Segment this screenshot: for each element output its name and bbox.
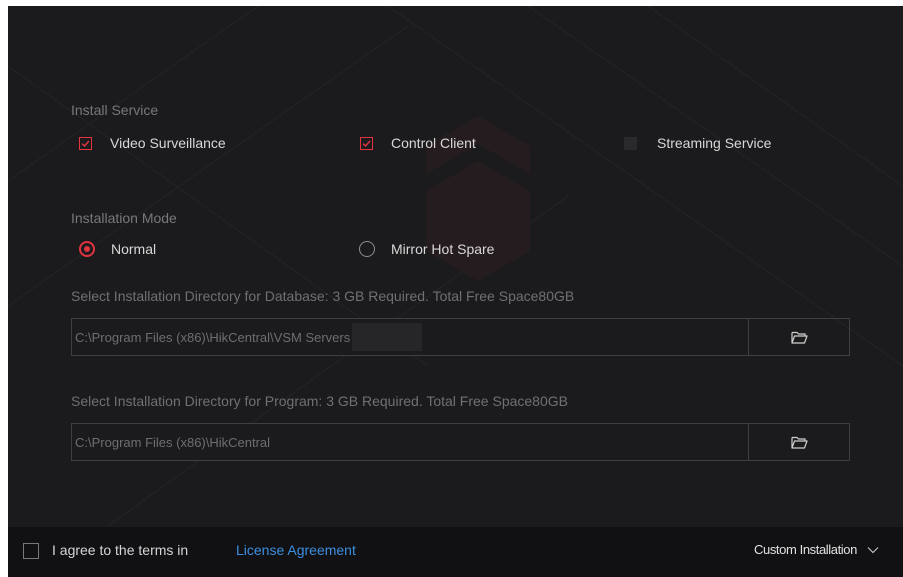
database-browse-button[interactable] xyxy=(748,318,850,356)
program-path-input[interactable]: C:\Program Files (x86)\HikCentral xyxy=(71,423,749,461)
streaming-service-label: Streaming Service xyxy=(657,135,772,151)
database-path-value: C:\Program Files (x86)\HikCentral\VSM Se… xyxy=(75,329,351,345)
agree-text: I agree to the terms in xyxy=(52,542,189,558)
folder-open-icon xyxy=(790,331,808,344)
radio-unselected-icon xyxy=(359,241,375,257)
video-surveillance-checkbox[interactable]: Video Surveillance xyxy=(79,133,226,153)
checkbox-checked-icon xyxy=(79,136,92,150)
video-surveillance-label: Video Surveillance xyxy=(110,135,226,151)
redacted-area xyxy=(352,323,423,351)
installation-mode-title: Installation Mode xyxy=(71,210,177,226)
database-directory-label: Select Installation Directory for Databa… xyxy=(71,288,575,304)
chevron-down-icon xyxy=(867,546,879,553)
normal-label: Normal xyxy=(111,241,157,257)
checkbox-checked-icon xyxy=(360,136,373,150)
program-path-value: C:\Program Files (x86)\HikCentral xyxy=(75,434,271,450)
installation-type-dropdown[interactable]: Custom Installation xyxy=(754,542,879,557)
license-agreement-link[interactable]: License Agreement xyxy=(236,542,356,558)
mirror-hot-spare-label: Mirror Hot Spare xyxy=(391,241,495,257)
radio-selected-icon xyxy=(79,241,95,257)
agree-checkbox[interactable] xyxy=(23,543,39,559)
folder-open-icon xyxy=(790,436,808,449)
database-path-input[interactable]: C:\Program Files (x86)\HikCentral\VSM Se… xyxy=(71,318,749,356)
streaming-service-checkbox[interactable]: Streaming Service xyxy=(624,133,771,153)
installer-window: Install Service Video Surveillance Contr… xyxy=(8,6,903,577)
installation-type-label: Custom Installation xyxy=(754,542,857,557)
mirror-hot-spare-radio[interactable]: Mirror Hot Spare xyxy=(359,239,494,259)
control-client-label: Control Client xyxy=(391,135,476,151)
checkbox-unchecked-icon xyxy=(624,136,637,150)
footer-bar: I agree to the terms in License Agreemen… xyxy=(8,527,903,577)
program-directory-label: Select Installation Directory for Progra… xyxy=(71,393,568,409)
program-browse-button[interactable] xyxy=(748,423,850,461)
install-service-title: Install Service xyxy=(71,102,159,118)
control-client-checkbox[interactable]: Control Client xyxy=(360,133,476,153)
normal-radio[interactable]: Normal xyxy=(79,239,156,259)
